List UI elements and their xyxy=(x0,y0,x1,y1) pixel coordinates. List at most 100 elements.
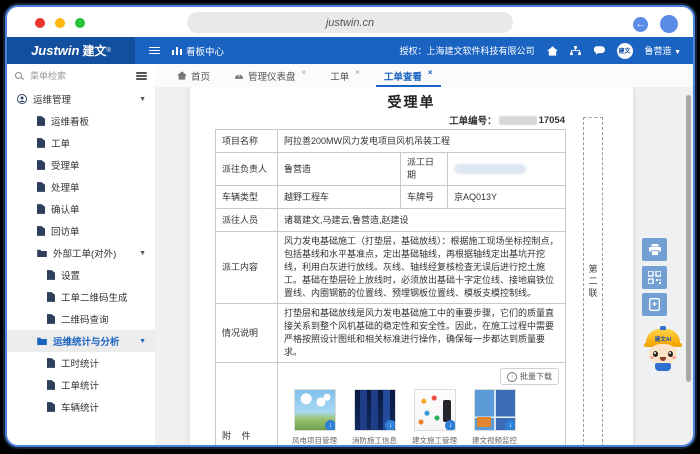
back-button[interactable]: ← xyxy=(633,17,648,32)
qrcode-button[interactable] xyxy=(642,266,667,289)
download-icon[interactable]: ↓ xyxy=(505,420,516,431)
address-bar[interactable]: justwin.cn xyxy=(187,12,513,33)
chevron-down-icon: ▼ xyxy=(139,96,146,103)
sidebar-item-work-order-stats[interactable]: 工单统计 xyxy=(7,374,155,396)
download-icon[interactable]: ↓ xyxy=(445,420,456,431)
sidebar-item-label: 二维码查询 xyxy=(61,312,109,326)
batch-download-label: 批量下载 xyxy=(520,370,552,383)
dispatch-date-label: 派工日期 xyxy=(401,153,448,186)
sidebar-item-label: 运维管理 xyxy=(33,92,71,106)
attachment-name: 建文视频监控... xyxy=(472,434,518,445)
tab-work-order-view[interactable]: 工单查看 × xyxy=(372,64,445,87)
sidebar-item-qrcode-generate[interactable]: 工单二维码生成 xyxy=(7,286,155,308)
attachment-item[interactable]: ↓ 风电项目管理... xyxy=(292,389,338,445)
home-icon[interactable] xyxy=(547,46,558,56)
download-icon[interactable]: ↓ xyxy=(325,420,336,431)
sidebar-item-label: 工时统计 xyxy=(61,356,99,370)
attachments-label: 附 件 xyxy=(216,363,278,446)
attachment-item[interactable]: ↓ 消防施工信息... xyxy=(352,389,398,445)
close-window-button[interactable] xyxy=(35,18,45,28)
mascot-collar xyxy=(655,363,671,371)
document-icon xyxy=(47,380,55,390)
sidebar-item-work-hours-stats[interactable]: 工时统计 xyxy=(7,352,155,374)
fire-dashboard-thumbnail[interactable]: ↓ xyxy=(354,389,396,431)
collapse-menu-icon[interactable] xyxy=(149,45,160,56)
download-icon[interactable]: ↓ xyxy=(385,420,396,431)
sidebar-item-label: 确认单 xyxy=(51,202,80,216)
sidebar-item-qrcode-query[interactable]: 二维码查询 xyxy=(7,308,155,330)
print-button[interactable] xyxy=(642,238,667,261)
sidebar-item-work-order[interactable]: 工单 xyxy=(7,132,155,154)
logo-text-en: Justwin xyxy=(31,43,79,58)
sidebar-item-ops-statistics[interactable]: 运维统计与分析 ▼ xyxy=(7,330,155,352)
vehicle-type-value: 越野工程车 xyxy=(278,186,401,209)
home-icon xyxy=(177,71,187,80)
device-button[interactable] xyxy=(642,293,667,316)
sidebar-item-label: 处理单 xyxy=(51,180,80,194)
close-tab-icon[interactable]: × xyxy=(355,68,360,77)
form-title: 受理单 xyxy=(190,92,633,112)
project-name-value: 阿拉善200MW风力发电项目风机吊装工程 xyxy=(278,130,566,153)
leader-value: 鲁营造 xyxy=(278,153,401,186)
plate-number-value: 京AQ013Y xyxy=(448,186,566,209)
order-number-redacted xyxy=(499,116,537,125)
video-monitor-thumbnail[interactable]: ↓ xyxy=(474,389,516,431)
gauge-icon xyxy=(234,71,244,80)
user-menu[interactable]: 鲁营造 ▼ xyxy=(645,44,681,57)
tab-dashboard[interactable]: 管理仪表盘 × xyxy=(222,64,318,87)
jianwen-avatar-logo[interactable]: 建文 xyxy=(617,43,633,59)
sidebar-item-acceptance-form[interactable]: 受理单 xyxy=(7,154,155,176)
construction-mgmt-thumbnail[interactable]: ↓ xyxy=(414,389,456,431)
sidebar-item-follow-up-form[interactable]: 回访单 xyxy=(7,220,155,242)
sidebar-item-external-work-order[interactable]: 外部工单(对外) ▼ xyxy=(7,242,155,264)
sidebar-item-ops-management[interactable]: 运维管理 ▼ xyxy=(7,88,155,110)
jianwen-ai-mascot[interactable]: 建文AI xyxy=(645,325,681,373)
vertical-scrollbar[interactable] xyxy=(686,89,691,439)
scrollbar-thumb[interactable] xyxy=(686,95,691,382)
tab-home[interactable]: 首页 xyxy=(165,64,222,87)
document-icon xyxy=(37,204,45,214)
sidebar-item-settings[interactable]: 设置 xyxy=(7,264,155,286)
sitemap-icon[interactable] xyxy=(570,46,581,56)
board-center-link[interactable]: 看板中心 xyxy=(172,44,224,58)
tab-label: 首页 xyxy=(191,69,210,83)
sidebar-item-vehicle-stats[interactable]: 车辆统计 xyxy=(7,396,155,418)
wind-project-thumbnail[interactable]: ↓ xyxy=(294,389,336,431)
message-cloud-icon[interactable] xyxy=(593,46,605,55)
sidebar-item-label: 设置 xyxy=(61,268,80,282)
search-icon xyxy=(15,72,23,80)
document-icon xyxy=(37,226,45,236)
chevron-down-icon: ▼ xyxy=(674,49,681,56)
attachment-item[interactable]: ↓ 建文视频监控... xyxy=(472,389,518,445)
sidebar-item-label: 回访单 xyxy=(51,224,80,238)
tab-work-order[interactable]: 工单 × xyxy=(318,64,372,87)
collage-block xyxy=(477,417,491,427)
table-row: 车辆类型 越野工程车 车牌号 京AQ013Y xyxy=(216,186,566,209)
vehicle-type-label: 车辆类型 xyxy=(216,186,278,209)
browser-action-button[interactable] xyxy=(660,15,678,33)
table-row: 派工内容 风力发电基础施工（打垫层，基础放线）：根据施工现场坐标控制点，包括基线… xyxy=(216,232,566,304)
tab-label: 管理仪表盘 xyxy=(248,69,296,83)
sidebar-item-ops-board[interactable]: 运维看板 xyxy=(7,110,155,132)
menu-search-input[interactable] xyxy=(28,70,131,82)
batch-download-button[interactable]: ↓ 批量下载 xyxy=(500,368,559,385)
sidebar-item-confirmation-form[interactable]: 确认单 xyxy=(7,198,155,220)
attachment-item[interactable]: ↓ 建文施工管理... xyxy=(412,389,458,445)
qrcode-icon xyxy=(648,271,661,284)
sidebar-item-label: 工单二维码生成 xyxy=(61,290,128,304)
staff-label: 派往人员 xyxy=(216,209,278,232)
chevron-down-icon: ▼ xyxy=(139,250,146,257)
sidebar-list-icon[interactable] xyxy=(136,70,147,81)
sidebar-item-processing-form[interactable]: 处理单 xyxy=(7,176,155,198)
document-icon xyxy=(37,182,45,192)
browser-window: justwin.cn ← Justwin 建文 ® 看板中心 授 xyxy=(5,5,695,447)
zoom-window-button[interactable] xyxy=(75,18,85,28)
table-row: 情况说明 打垫层和基础放线是风力发电基础施工中的重要步骤，它们的质量直接关系到整… xyxy=(216,304,566,363)
close-tab-icon[interactable]: × xyxy=(428,68,433,77)
dispatch-content-label: 派工内容 xyxy=(216,232,278,304)
close-tab-icon[interactable]: × xyxy=(302,68,307,77)
helmet-icon: 建文AI xyxy=(646,329,680,345)
app-logo[interactable]: Justwin 建文 ® xyxy=(7,37,135,64)
minimize-window-button[interactable] xyxy=(55,18,65,28)
logo-text-cn: 建文 xyxy=(82,42,106,59)
